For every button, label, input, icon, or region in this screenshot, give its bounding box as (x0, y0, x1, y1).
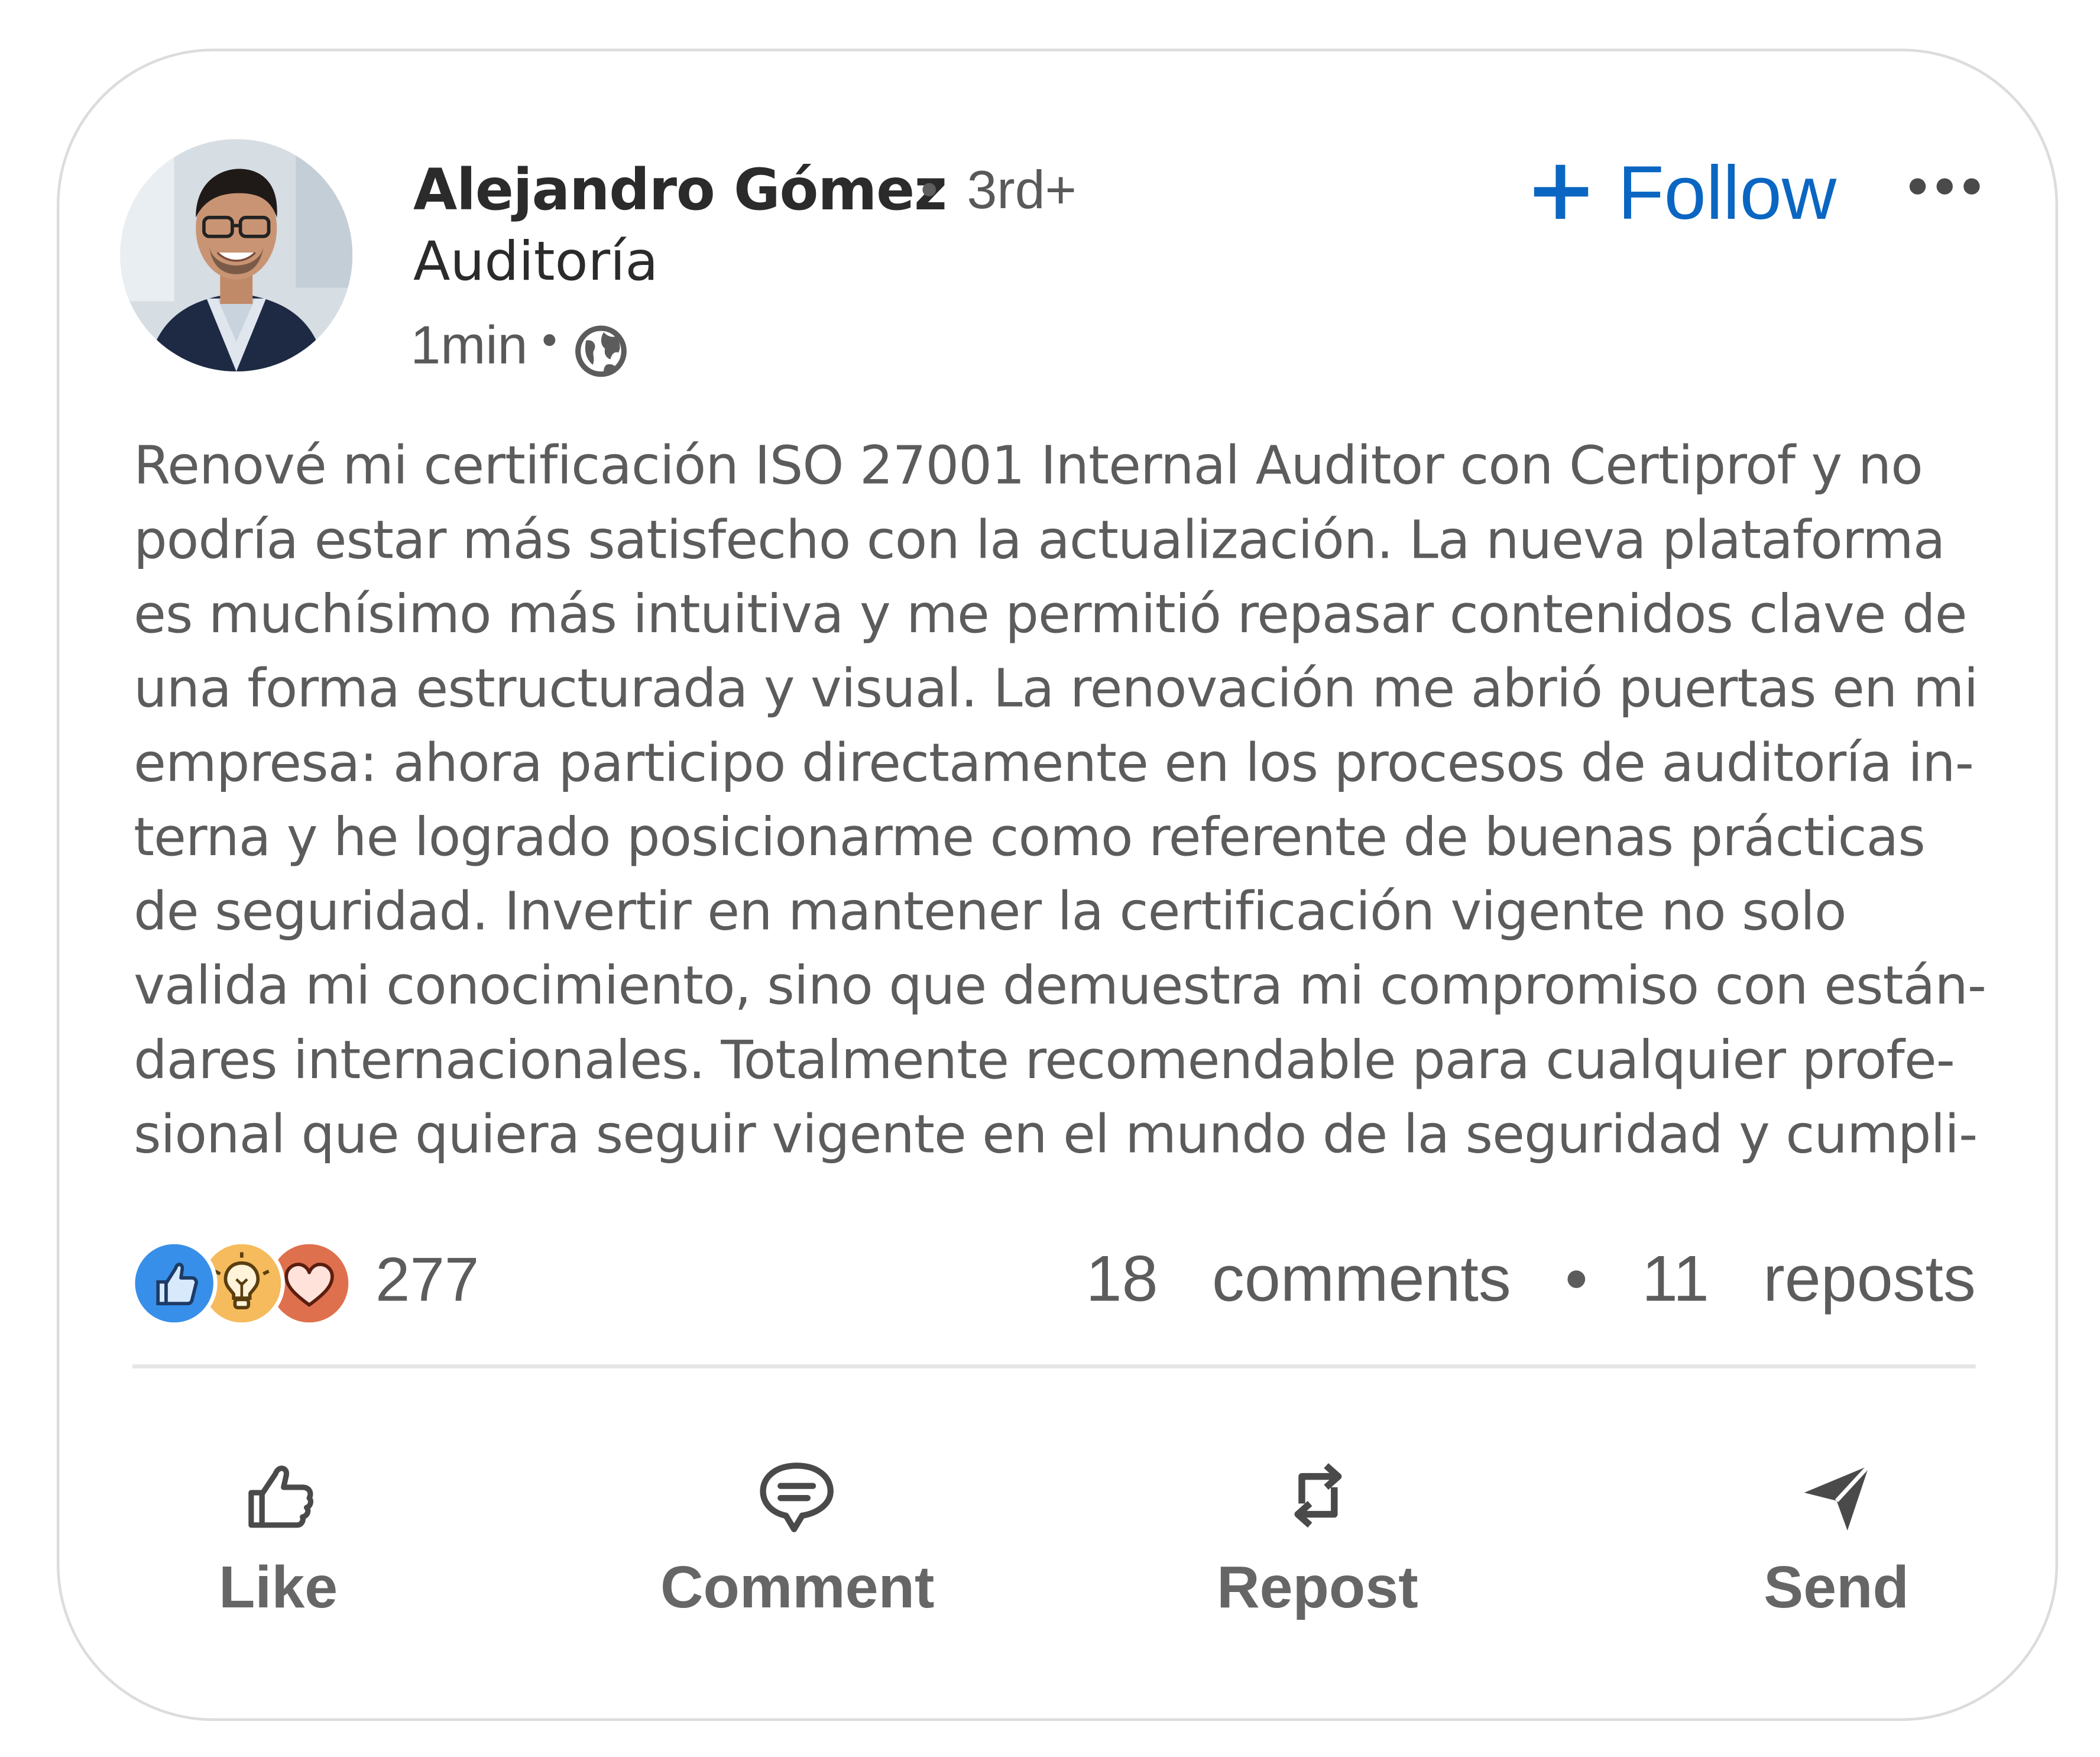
more-dots-icon[interactable] (1901, 162, 1988, 211)
engagement-stats: 18 comments • 11 reposts (1086, 1242, 1976, 1317)
post-body-line: Renové mi certificación ISO 27001 Intern… (134, 436, 1923, 497)
author-avatar[interactable] (120, 139, 353, 372)
stats-separator: • (1565, 1244, 1588, 1316)
repost-icon (1294, 1463, 1341, 1528)
send-button[interactable]: Send (1764, 1452, 1909, 1623)
author-headline: Auditoría (413, 231, 659, 293)
follow-button[interactable]: Follow (1531, 148, 1836, 235)
like-label: Like (219, 1555, 338, 1622)
name-separator: • (915, 164, 943, 219)
author-name[interactable]: Alejandro Gómez (413, 157, 947, 223)
repost-label: Repost (1217, 1555, 1418, 1622)
post-body-line: empresa: ahora participo directamente en… (134, 733, 1974, 795)
post-body-line: sional que quiera seguir vigente en el m… (134, 1105, 1978, 1166)
post-time: 1min (410, 316, 528, 376)
post-body: Renové mi certificación ISO 27001 Intern… (134, 429, 1986, 1172)
avatar-photo (120, 139, 353, 372)
follow-label: Follow (1618, 149, 1837, 235)
reposts-count[interactable]: 11 (1642, 1244, 1709, 1316)
post-body-line: es muchísimo más intuitiva y me permitió… (134, 585, 1967, 646)
globe-icon (575, 325, 627, 377)
like-reaction-icon (131, 1240, 218, 1327)
post-body-line: valida mi conocimiento, sino que demuest… (134, 956, 1986, 1018)
reaction-icons[interactable] (131, 1240, 353, 1327)
plus-icon (1534, 164, 1589, 219)
comment-button[interactable]: Comment (660, 1452, 934, 1623)
like-button[interactable]: Like (219, 1452, 338, 1623)
post-body-line: terna y he logrado posicionarme como ref… (134, 807, 1926, 869)
post-body-line: una forma estructurada y visual. La reno… (134, 659, 1978, 720)
reposts-label[interactable]: reposts (1763, 1244, 1976, 1316)
meta-separator: • (537, 319, 562, 367)
connection-degree: 3rd+ (967, 160, 1077, 221)
send-icon (1804, 1464, 1871, 1531)
repost-button[interactable]: Repost (1217, 1452, 1418, 1623)
post-body-line: dares internacionales. Totalmente recome… (134, 1030, 1955, 1092)
post-body-line: podría estar más satisfecho con la actua… (134, 510, 1945, 572)
comment-label: Comment (660, 1555, 935, 1622)
comments-count[interactable]: 18 (1086, 1244, 1158, 1316)
comments-label[interactable]: comments (1212, 1244, 1511, 1316)
comment-icon (760, 1462, 834, 1532)
post-body-line: de seguridad. Invertir en mantener la ce… (134, 882, 1846, 943)
divider (132, 1364, 1976, 1368)
send-label: Send (1764, 1555, 1909, 1622)
reaction-count[interactable]: 277 (375, 1242, 479, 1315)
thumbs-up-icon (248, 1465, 314, 1528)
